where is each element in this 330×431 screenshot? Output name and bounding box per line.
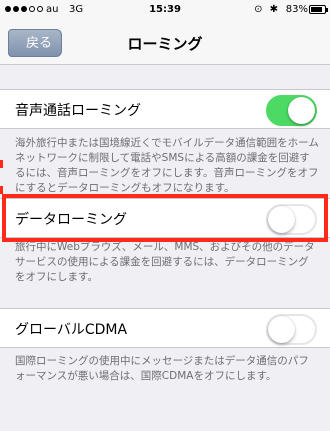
global-cdma-toggle[interactable] xyxy=(266,314,317,345)
global-cdma-label: グローバルCDMA xyxy=(15,322,128,338)
battery-percentage: 83% xyxy=(285,4,308,15)
highlight-edge-mark xyxy=(0,160,3,168)
battery-level-fill xyxy=(311,7,322,12)
global-cdma-note: 国際ローミングの使用中にメッセージまたはデータ通信のパフォーマンスが悪い場合は、… xyxy=(15,355,309,382)
page-title: ローミング xyxy=(127,35,203,53)
voice-roaming-note: 海外旅行中または国境線近くでモバイルデータ通信範囲をホームネットワークに制限して… xyxy=(15,137,319,194)
location-bluetooth-icons: ⊙ ✱ xyxy=(254,4,280,15)
highlight-annotation-box xyxy=(2,194,328,242)
toggle-knob xyxy=(268,316,295,343)
voice-roaming-label: 音声通話ローミング xyxy=(15,103,141,119)
battery-icon xyxy=(309,5,328,14)
voice-roaming-toggle[interactable] xyxy=(266,95,317,126)
highlight-edge-mark xyxy=(0,186,3,194)
status-time: 15:39 xyxy=(149,4,181,15)
data-roaming-note: 旅行中にWebブラウズ、メール、MMS、およびその他のデータサービスの使用による… xyxy=(15,241,315,283)
voice-roaming-row: 音声通話ローミング xyxy=(0,89,330,129)
toggle-knob xyxy=(288,97,315,124)
status-bar: au 3G 15:39 ⊙ ✱ 83% xyxy=(0,0,330,21)
navigation-bar: 戻る ローミング xyxy=(0,21,330,65)
global-cdma-row: グローバルCDMA xyxy=(0,308,330,348)
